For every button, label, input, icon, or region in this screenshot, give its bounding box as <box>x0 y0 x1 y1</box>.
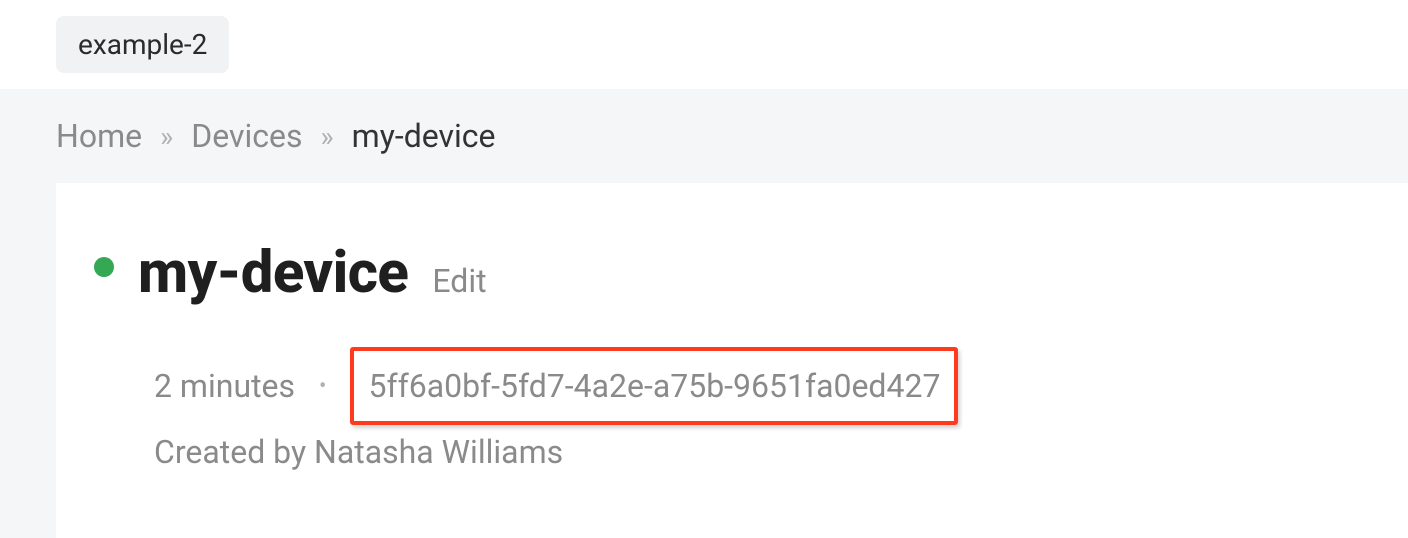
edit-button[interactable]: Edit <box>432 262 486 300</box>
top-bar: example-2 <box>0 0 1408 89</box>
device-uuid[interactable]: 5ff6a0bf-5fd7-4a2e-a75b-9651fa0ed427 <box>350 347 958 425</box>
breadcrumb: Home » Devices » my-device <box>0 89 1408 183</box>
breadcrumb-home[interactable]: Home <box>56 117 142 155</box>
breadcrumb-devices[interactable]: Devices <box>191 117 302 155</box>
separator-dot-icon: • <box>319 368 326 405</box>
breadcrumb-current: my-device <box>352 117 496 155</box>
created-by-line: Created by Natasha Williams <box>154 425 1408 479</box>
meta-row-primary: 2 minutes • 5ff6a0bf-5fd7-4a2e-a75b-9651… <box>154 347 1408 425</box>
status-indicator-icon <box>94 257 114 277</box>
device-age: 2 minutes <box>154 359 295 413</box>
chevron-right-icon: » <box>321 120 334 153</box>
content-area: my-device Edit 2 minutes • 5ff6a0bf-5fd7… <box>0 183 1408 538</box>
chevron-right-icon: » <box>160 120 173 153</box>
device-title: my-device <box>138 239 408 307</box>
title-row: my-device Edit <box>94 239 1408 307</box>
device-meta: 2 minutes • 5ff6a0bf-5fd7-4a2e-a75b-9651… <box>154 347 1408 480</box>
project-chip[interactable]: example-2 <box>56 16 229 73</box>
device-card: my-device Edit 2 minutes • 5ff6a0bf-5fd7… <box>56 183 1408 538</box>
